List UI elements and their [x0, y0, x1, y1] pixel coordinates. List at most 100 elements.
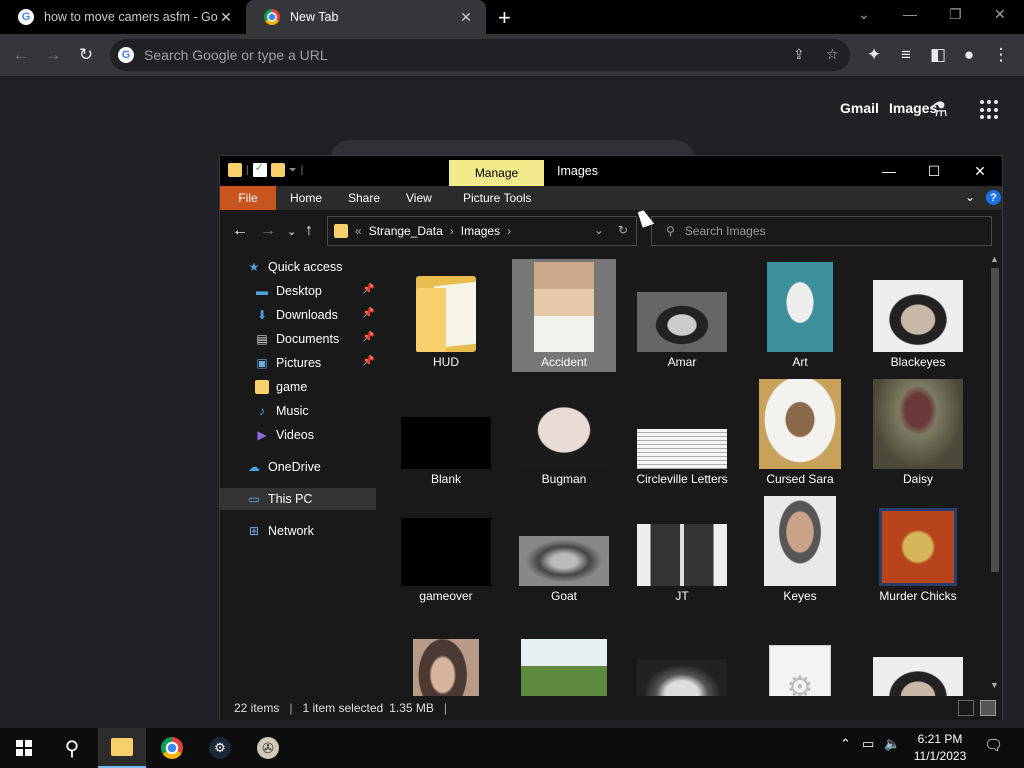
show-hidden-icons-icon[interactable]: ⌃	[840, 736, 851, 752]
up-icon[interactable]: ↑	[305, 222, 313, 240]
reload-icon[interactable]: ↻	[75, 44, 97, 66]
google-apps-icon[interactable]	[980, 100, 1000, 120]
nav-label: Videos	[276, 428, 314, 442]
share-icon[interactable]: ⇪	[793, 46, 805, 63]
chrome-menu-icon[interactable]: ⋮	[990, 44, 1012, 66]
new-folder-icon[interactable]	[270, 163, 285, 177]
nav-onedrive[interactable]: ☁ OneDrive	[220, 456, 376, 478]
file-item-accident[interactable]: Accident	[512, 259, 616, 372]
expand-ribbon-icon[interactable]: ⌄	[965, 190, 975, 204]
download-icon: ⬇	[256, 308, 268, 322]
nav-network[interactable]: ⊞ Network	[220, 520, 376, 542]
chrome-taskbar-button[interactable]	[148, 728, 196, 768]
side-panel-icon[interactable]: ◧	[927, 44, 949, 66]
breadcrumb-strange-data[interactable]: Strange_Data	[369, 224, 443, 238]
forward-icon[interactable]: →	[260, 222, 276, 240]
nav-documents[interactable]: ▤ Documents 📌	[220, 328, 376, 350]
file-item-keyes[interactable]: Keyes	[748, 493, 852, 606]
nav-game[interactable]: game	[220, 376, 376, 398]
omnibox[interactable]: G ⇪ ☆	[110, 39, 850, 71]
file-item-art[interactable]: Art	[748, 259, 852, 372]
media-controls-icon[interactable]: ≡	[895, 44, 917, 66]
minimize-button[interactable]: —	[879, 161, 899, 181]
vertical-scrollbar[interactable]: ▲ ▼	[988, 252, 1002, 696]
scroll-down-icon[interactable]: ▼	[990, 680, 999, 690]
file-item-circleville-letters[interactable]: Circleville Letters	[630, 376, 734, 489]
close-browser-button[interactable]: ✕	[994, 6, 1006, 23]
omnibox-input[interactable]	[144, 47, 744, 63]
large-icons-view-icon[interactable]	[980, 700, 996, 716]
file-item-hud[interactable]: HUD	[394, 259, 498, 372]
tab-search-chevron-icon[interactable]: ⌄	[858, 6, 870, 23]
nav-videos[interactable]: ▶ Videos	[220, 424, 376, 446]
file-item-row4-4[interactable]: ⚙	[748, 610, 852, 696]
ribbon-tab-view[interactable]: View	[406, 186, 432, 210]
close-tab-icon[interactable]: ✕	[458, 9, 474, 26]
tab-new-tab[interactable]: New Tab ✕	[246, 0, 486, 34]
file-item-daisy[interactable]: Daisy	[866, 376, 970, 489]
file-item-row4-3[interactable]	[630, 610, 734, 696]
file-item-row4-5[interactable]	[866, 610, 970, 696]
tab-search-results[interactable]: how to move camers asfm - Goo ✕	[0, 0, 246, 34]
file-item-murder-chicks[interactable]: Murder Chicks	[866, 493, 970, 606]
profile-avatar-icon[interactable]: ●	[958, 44, 980, 66]
steam-taskbar-button[interactable]: ⚙	[196, 728, 244, 768]
back-icon[interactable]: ←	[10, 44, 32, 66]
scrollbar-thumb[interactable]	[991, 268, 999, 572]
refresh-icon[interactable]: ↻	[618, 223, 628, 237]
close-button[interactable]: ✕	[970, 161, 990, 181]
nav-pictures[interactable]: ▣ Pictures 📌	[220, 352, 376, 374]
search-box[interactable]: ⚲	[651, 216, 992, 246]
restore-browser-button[interactable]: ❐	[949, 6, 962, 23]
gmail-link[interactable]: Gmail	[840, 100, 879, 116]
nav-downloads[interactable]: ⬇ Downloads 📌	[220, 304, 376, 326]
close-tab-icon[interactable]: ✕	[218, 9, 234, 26]
nav-quick-access[interactable]: ★ Quick access	[220, 256, 376, 278]
file-item-amar[interactable]: Amar	[630, 259, 734, 372]
file-item-jt[interactable]: JT	[630, 493, 734, 606]
nav-this-pc[interactable]: ▭ This PC	[220, 488, 376, 510]
bookmark-star-icon[interactable]: ☆	[826, 46, 839, 63]
address-bar[interactable]: « Strange_Data › Images › ⌄ ↻	[327, 216, 637, 246]
ribbon-tab-picture-tools[interactable]: Picture Tools	[463, 186, 532, 210]
file-item-blank[interactable]: Blank	[394, 376, 498, 489]
volume-muted-icon[interactable]: 🔈	[884, 736, 900, 752]
recent-locations-icon[interactable]: ⌄	[287, 225, 296, 238]
address-history-icon[interactable]: ⌄	[594, 223, 604, 237]
labs-flask-icon[interactable]: ⚗	[930, 97, 948, 122]
file-item-row4-2[interactable]	[512, 610, 616, 696]
breadcrumb-images[interactable]: Images	[461, 224, 500, 238]
details-view-icon[interactable]	[958, 700, 974, 716]
file-item-blackeyes[interactable]: Blackeyes	[866, 259, 970, 372]
clock[interactable]: 6:21 PM 11/1/2023	[900, 731, 980, 765]
search-button[interactable]: ⚲	[48, 728, 96, 768]
nav-desktop[interactable]: ▬ Desktop 📌	[220, 280, 376, 302]
customize-toolbar-icon[interactable]: ⏷	[289, 165, 297, 176]
notifications-icon[interactable]: 🗨	[984, 736, 1003, 754]
minimize-browser-button[interactable]: —	[903, 6, 917, 22]
ribbon-tab-share[interactable]: Share	[348, 186, 380, 210]
new-tab-button[interactable]: +	[498, 5, 511, 31]
manage-context-tab[interactable]: Manage	[449, 160, 544, 186]
back-icon[interactable]: ←	[232, 222, 248, 240]
properties-icon[interactable]	[252, 161, 267, 177]
ribbon-tab-file[interactable]: File	[220, 186, 276, 210]
nav-label: Desktop	[276, 284, 322, 298]
network-status-icon[interactable]: ▭	[862, 736, 874, 752]
extensions-puzzle-icon[interactable]: ✦	[863, 44, 885, 66]
sfm-taskbar-button[interactable]: ✇	[244, 728, 292, 768]
file-item-gameover[interactable]: gameover	[394, 493, 498, 606]
file-explorer-taskbar-button[interactable]	[98, 728, 146, 768]
help-icon[interactable]: ?	[986, 190, 1001, 205]
forward-icon[interactable]: →	[42, 44, 64, 66]
ribbon-tab-home[interactable]: Home	[290, 186, 322, 210]
maximize-button[interactable]: ☐	[924, 161, 944, 181]
scroll-up-icon[interactable]: ▲	[990, 254, 999, 264]
file-item-goat[interactable]: Goat	[512, 493, 616, 606]
file-item-row4-1[interactable]	[394, 610, 498, 696]
search-input[interactable]	[684, 224, 965, 238]
start-button[interactable]	[0, 728, 48, 768]
nav-music[interactable]: ♪ Music	[220, 400, 376, 422]
file-item-bugman[interactable]: Bugman	[512, 376, 616, 489]
file-item-cursed-sara[interactable]: Cursed Sara	[748, 376, 852, 489]
